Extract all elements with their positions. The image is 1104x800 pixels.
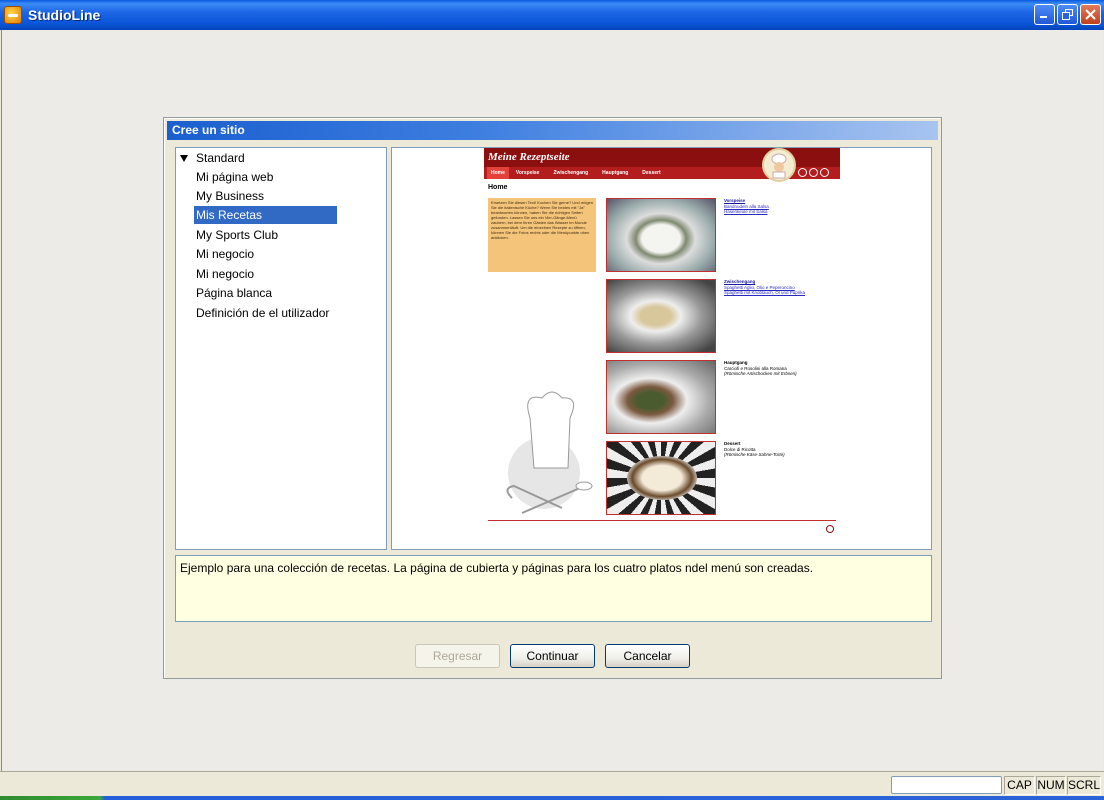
status-bar: CAP NUM SCRL (0, 771, 1104, 800)
preview-course-line: Hasenkeule mit Salsa (724, 209, 768, 214)
template-tree[interactable]: Standard Mi página web My Business Mis R… (175, 147, 387, 550)
preview-course-caption: Hauptgang Carciofi e Rosolini alla Roman… (724, 360, 834, 377)
close-button[interactable] (1080, 4, 1101, 25)
restore-button[interactable] (1057, 4, 1078, 25)
preview-footer-logo-icon (826, 525, 834, 533)
tree-item-my-sports-club[interactable]: My Sports Club (194, 226, 280, 244)
tree-item-my-business[interactable]: My Business (194, 187, 266, 205)
tree-root-label: Standard (196, 151, 245, 165)
preview-nav-item: Zwischengang (553, 170, 589, 176)
forward-arrow-icon (820, 168, 829, 177)
restore-icon (1062, 9, 1073, 20)
preview-nav-item: Dessert (642, 170, 661, 176)
close-icon (1085, 9, 1096, 20)
status-input-field[interactable] (891, 776, 1002, 794)
status-num-indicator: NUM (1036, 776, 1066, 795)
studioline-app-icon (4, 6, 22, 24)
template-preview: Meine Rezeptseite Home Vorspeise Zwische… (391, 147, 932, 550)
minimize-button[interactable] (1034, 4, 1055, 25)
preview-course-line: (Römische Artischocken mit Erbsen) (724, 371, 797, 376)
preview-course-caption: Vorspeise Bandnudeln alla Salsa Hasenkeu… (724, 198, 834, 215)
preview-nav-item: Hauptgang (602, 170, 629, 176)
preview-nav-icons (798, 168, 829, 177)
status-scrl-indicator: SCRL (1067, 776, 1101, 795)
dialog-title: Cree un sitio (167, 121, 938, 140)
tree-root-standard[interactable]: Standard (180, 149, 245, 167)
preview-course-line: Spaghetti mit Knoblauch, Öl und Paprika (724, 290, 806, 295)
preview-photo-hauptgang (606, 360, 716, 434)
back-arrow-icon (809, 168, 818, 177)
back-button[interactable]: Regresar (415, 644, 500, 668)
status-cap-indicator: CAP (1004, 776, 1035, 795)
window-title-bar[interactable]: StudioLine (0, 0, 1104, 30)
chef-logo-icon (762, 148, 796, 182)
window-title: StudioLine (28, 7, 101, 23)
preview-photo-zwischengang (606, 279, 716, 353)
preview-photo-dessert (606, 441, 716, 515)
tree-item-mi-negocio-2[interactable]: Mi negocio (194, 265, 256, 283)
home-icon (798, 168, 807, 177)
preview-course-caption: Dessert Dolce di Ricotta (Römische Käse-… (724, 441, 834, 458)
tree-item-mi-negocio[interactable]: Mi negocio (194, 245, 256, 263)
expand-triangle-icon[interactable] (180, 154, 188, 162)
preview-course-caption: Zwischengang Spaghetti Aglio, Olio e Pep… (724, 279, 834, 296)
preview-course-line: (Römische Käse-Sahne-Torte) (724, 452, 785, 457)
preview-intro-text: Ersetzen Sie diesen Text! Kochen Sie ger… (488, 198, 596, 272)
cancel-button[interactable]: Cancelar (605, 644, 690, 668)
tree-item-mi-pagina-web[interactable]: Mi página web (194, 168, 275, 186)
tree-item-mis-recetas[interactable]: Mis Recetas (194, 206, 337, 224)
continue-button[interactable]: Continuar (510, 644, 595, 668)
preview-nav-item: Vorspeise (515, 170, 540, 176)
minimize-icon (1040, 16, 1047, 18)
preview-photo-vorspeise (606, 198, 716, 272)
taskbar-edge (0, 796, 1104, 800)
preview-nav-item: Home (487, 167, 509, 179)
tree-item-definicion-utilizador[interactable]: Definición de el utilizador (194, 304, 331, 322)
create-site-dialog: Cree un sitio Standard Mi página web My … (163, 117, 942, 679)
chef-hat-illustration-icon (506, 391, 593, 514)
tree-item-pagina-blanca[interactable]: Página blanca (194, 284, 274, 302)
template-description: Ejemplo para una colección de recetas. L… (175, 555, 932, 622)
preview-footer-line (488, 520, 836, 521)
preview-page-heading: Home (488, 184, 508, 191)
recipe-page-thumbnail: Meine Rezeptseite Home Vorspeise Zwische… (484, 148, 840, 548)
